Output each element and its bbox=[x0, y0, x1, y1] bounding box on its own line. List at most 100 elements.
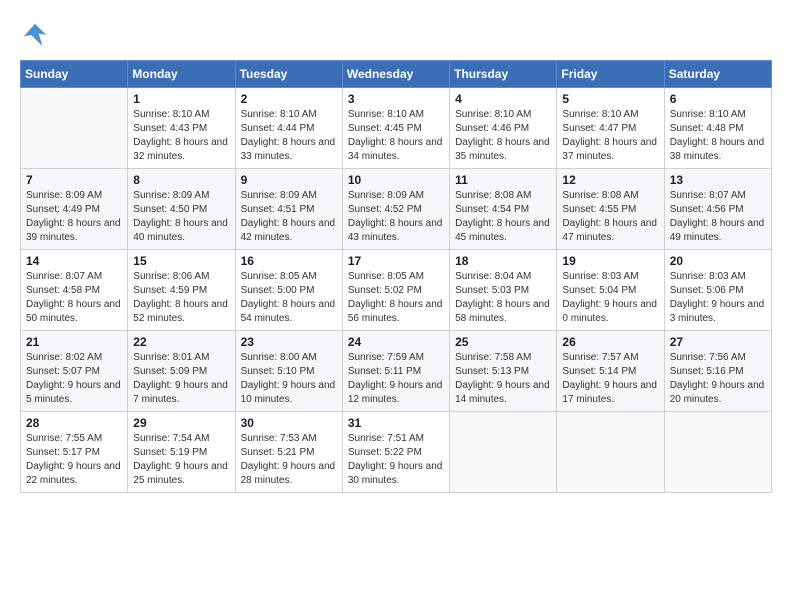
day-info: Sunrise: 7:59 AMSunset: 5:11 PMDaylight:… bbox=[348, 351, 444, 407]
day-info: Sunrise: 8:10 AMSunset: 4:47 PMDaylight:… bbox=[562, 108, 658, 164]
calendar-cell: 6Sunrise: 8:10 AMSunset: 4:48 PMDaylight… bbox=[664, 88, 771, 169]
day-number: 24 bbox=[348, 335, 444, 349]
calendar-cell: 9Sunrise: 8:09 AMSunset: 4:51 PMDaylight… bbox=[235, 169, 342, 250]
calendar-cell: 15 Sunrise: 8:06 AMSunset: 4:59 PMDayligh… bbox=[128, 250, 235, 331]
day-info: Sunrise: 8:09 AMSunset: 4:52 PMDaylight:… bbox=[348, 189, 444, 245]
calendar-cell: 10 Sunrise: 8:09 AMSunset: 4:52 PMDayligh… bbox=[342, 169, 449, 250]
col-header-saturday: Saturday bbox=[664, 61, 771, 88]
calendar-cell: 5 Sunrise: 8:10 AMSunset: 4:47 PMDaylight… bbox=[557, 88, 664, 169]
calendar-cell: 13Sunrise: 8:07 AMSunset: 4:56 PMDayligh… bbox=[664, 169, 771, 250]
calendar-cell bbox=[557, 412, 664, 493]
day-info: Sunrise: 8:04 AMSunset: 5:03 PMDaylight:… bbox=[455, 270, 551, 326]
day-number: 25 bbox=[455, 335, 551, 349]
col-header-sunday: Sunday bbox=[21, 61, 128, 88]
day-info: Sunrise: 8:00 AMSunset: 5:10 PMDaylight:… bbox=[241, 351, 337, 407]
day-number: 27 bbox=[670, 335, 766, 349]
day-info: Sunrise: 7:54 AMSunset: 5:19 PMDaylight:… bbox=[133, 432, 229, 488]
calendar-week-2: 7 Sunrise: 8:09 AMSunset: 4:49 PMDaylight… bbox=[21, 169, 772, 250]
col-header-thursday: Thursday bbox=[450, 61, 557, 88]
day-info: Sunrise: 8:07 AMSunset: 4:58 PMDaylight:… bbox=[26, 270, 122, 326]
day-number: 17 bbox=[348, 254, 444, 268]
day-number: 16 bbox=[241, 254, 337, 268]
day-info: Sunrise: 7:55 AMSunset: 5:17 PMDaylight:… bbox=[26, 432, 122, 488]
day-number: 22 bbox=[133, 335, 229, 349]
day-number: 21 bbox=[26, 335, 122, 349]
col-header-friday: Friday bbox=[557, 61, 664, 88]
calendar-cell: 16 Sunrise: 8:05 AMSunset: 5:00 PMDayligh… bbox=[235, 250, 342, 331]
calendar-cell: 7 Sunrise: 8:09 AMSunset: 4:49 PMDaylight… bbox=[21, 169, 128, 250]
day-info: Sunrise: 8:08 AMSunset: 4:55 PMDaylight:… bbox=[562, 189, 658, 245]
day-info: Sunrise: 8:10 AMSunset: 4:44 PMDaylight:… bbox=[241, 108, 337, 164]
calendar-cell: 28 Sunrise: 7:55 AMSunset: 5:17 PMDayligh… bbox=[21, 412, 128, 493]
day-number: 28 bbox=[26, 416, 122, 430]
calendar-cell: 21Sunrise: 8:02 AMSunset: 5:07 PMDayligh… bbox=[21, 331, 128, 412]
day-number: 19 bbox=[562, 254, 658, 268]
day-number: 11 bbox=[455, 173, 551, 187]
calendar-cell: 30 Sunrise: 7:53 AMSunset: 5:21 PMDayligh… bbox=[235, 412, 342, 493]
day-info: Sunrise: 8:01 AMSunset: 5:09 PMDaylight:… bbox=[133, 351, 229, 407]
day-info: Sunrise: 8:09 AMSunset: 4:49 PMDaylight:… bbox=[26, 189, 122, 245]
calendar-cell: 14 Sunrise: 8:07 AMSunset: 4:58 PMDayligh… bbox=[21, 250, 128, 331]
col-header-monday: Monday bbox=[128, 61, 235, 88]
day-number: 15 bbox=[133, 254, 229, 268]
header-row: SundayMondayTuesdayWednesdayThursdayFrid… bbox=[21, 61, 772, 88]
page-header bbox=[20, 20, 772, 50]
calendar-cell: 26 Sunrise: 7:57 AMSunset: 5:14 PMDayligh… bbox=[557, 331, 664, 412]
calendar-cell bbox=[664, 412, 771, 493]
calendar-cell bbox=[450, 412, 557, 493]
calendar-cell: 1 Sunrise: 8:10 AMSunset: 4:43 PMDaylight… bbox=[128, 88, 235, 169]
day-info: Sunrise: 8:05 AMSunset: 5:02 PMDaylight:… bbox=[348, 270, 444, 326]
day-info: Sunrise: 8:10 AMSunset: 4:43 PMDaylight:… bbox=[133, 108, 229, 164]
day-number: 12 bbox=[562, 173, 658, 187]
day-number: 20 bbox=[670, 254, 766, 268]
day-info: Sunrise: 8:06 AMSunset: 4:59 PMDaylight:… bbox=[133, 270, 229, 326]
day-number: 7 bbox=[26, 173, 122, 187]
day-number: 10 bbox=[348, 173, 444, 187]
day-number: 18 bbox=[455, 254, 551, 268]
day-info: Sunrise: 7:57 AMSunset: 5:14 PMDaylight:… bbox=[562, 351, 658, 407]
calendar-cell: 4 Sunrise: 8:10 AMSunset: 4:46 PMDaylight… bbox=[450, 88, 557, 169]
day-number: 30 bbox=[241, 416, 337, 430]
calendar-cell: 11 Sunrise: 8:08 AMSunset: 4:54 PMDayligh… bbox=[450, 169, 557, 250]
calendar-table: SundayMondayTuesdayWednesdayThursdayFrid… bbox=[20, 60, 772, 493]
calendar-cell: 29 Sunrise: 7:54 AMSunset: 5:19 PMDayligh… bbox=[128, 412, 235, 493]
day-number: 5 bbox=[562, 92, 658, 106]
calendar-cell: 31Sunrise: 7:51 AMSunset: 5:22 PMDayligh… bbox=[342, 412, 449, 493]
day-number: 31 bbox=[348, 416, 444, 430]
day-number: 13 bbox=[670, 173, 766, 187]
day-number: 26 bbox=[562, 335, 658, 349]
calendar-cell: 8 Sunrise: 8:09 AMSunset: 4:50 PMDaylight… bbox=[128, 169, 235, 250]
calendar-week-5: 28 Sunrise: 7:55 AMSunset: 5:17 PMDayligh… bbox=[21, 412, 772, 493]
calendar-week-4: 21Sunrise: 8:02 AMSunset: 5:07 PMDayligh… bbox=[21, 331, 772, 412]
day-number: 29 bbox=[133, 416, 229, 430]
day-info: Sunrise: 7:58 AMSunset: 5:13 PMDaylight:… bbox=[455, 351, 551, 407]
day-info: Sunrise: 8:09 AMSunset: 4:50 PMDaylight:… bbox=[133, 189, 229, 245]
calendar-cell: 2 Sunrise: 8:10 AMSunset: 4:44 PMDaylight… bbox=[235, 88, 342, 169]
calendar-cell: 24 Sunrise: 7:59 AMSunset: 5:11 PMDayligh… bbox=[342, 331, 449, 412]
day-info: Sunrise: 8:05 AMSunset: 5:00 PMDaylight:… bbox=[241, 270, 337, 326]
day-number: 4 bbox=[455, 92, 551, 106]
calendar-cell: 20 Sunrise: 8:03 AMSunset: 5:06 PMDayligh… bbox=[664, 250, 771, 331]
day-info: Sunrise: 8:10 AMSunset: 4:46 PMDaylight:… bbox=[455, 108, 551, 164]
calendar-cell: 17 Sunrise: 8:05 AMSunset: 5:02 PMDayligh… bbox=[342, 250, 449, 331]
day-number: 1 bbox=[133, 92, 229, 106]
day-number: 23 bbox=[241, 335, 337, 349]
day-info: Sunrise: 8:03 AMSunset: 5:04 PMDaylight:… bbox=[562, 270, 658, 326]
day-number: 14 bbox=[26, 254, 122, 268]
day-info: Sunrise: 7:56 AMSunset: 5:16 PMDaylight:… bbox=[670, 351, 766, 407]
calendar-cell bbox=[21, 88, 128, 169]
day-number: 8 bbox=[133, 173, 229, 187]
calendar-cell: 23 Sunrise: 8:00 AMSunset: 5:10 PMDayligh… bbox=[235, 331, 342, 412]
calendar-cell: 3Sunrise: 8:10 AMSunset: 4:45 PMDaylight… bbox=[342, 88, 449, 169]
day-number: 2 bbox=[241, 92, 337, 106]
logo bbox=[20, 20, 54, 50]
calendar-cell: 22 Sunrise: 8:01 AMSunset: 5:09 PMDayligh… bbox=[128, 331, 235, 412]
day-number: 3 bbox=[348, 92, 444, 106]
day-info: Sunrise: 7:53 AMSunset: 5:21 PMDaylight:… bbox=[241, 432, 337, 488]
logo-icon bbox=[20, 20, 50, 50]
calendar-cell: 25 Sunrise: 7:58 AMSunset: 5:13 PMDayligh… bbox=[450, 331, 557, 412]
day-info: Sunrise: 8:03 AMSunset: 5:06 PMDaylight:… bbox=[670, 270, 766, 326]
day-number: 6 bbox=[670, 92, 766, 106]
calendar-cell: 18 Sunrise: 8:04 AMSunset: 5:03 PMDayligh… bbox=[450, 250, 557, 331]
day-info: Sunrise: 8:08 AMSunset: 4:54 PMDaylight:… bbox=[455, 189, 551, 245]
